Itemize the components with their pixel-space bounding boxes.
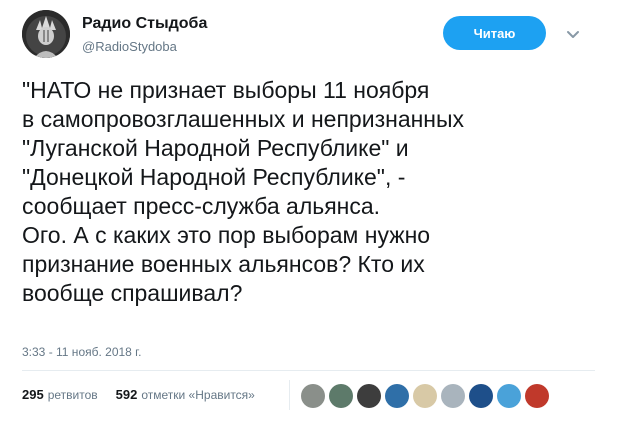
- tweet-timestamp[interactable]: 3:33 - 11 нояб. 2018 г.: [22, 345, 141, 359]
- statue-of-liberty-avatar-icon: [22, 10, 70, 58]
- likes-count[interactable]: 592: [116, 387, 138, 402]
- liker-avatar-5[interactable]: [413, 384, 437, 408]
- liker-avatar-6[interactable]: [441, 384, 465, 408]
- chevron-down-icon[interactable]: [566, 27, 580, 38]
- liker-avatar-8[interactable]: [497, 384, 521, 408]
- tweet-stats: 295 ретвитов 592 отметки «Нравится»: [22, 387, 255, 402]
- retweets-label[interactable]: ретвитов: [48, 388, 98, 402]
- author-handle[interactable]: @RadioStydoba: [82, 39, 177, 54]
- stats-separator: [289, 380, 290, 410]
- liker-avatar-4[interactable]: [385, 384, 409, 408]
- author-display-name[interactable]: Радио Стыдоба: [82, 15, 207, 33]
- likes-label[interactable]: отметки «Нравится»: [141, 388, 255, 402]
- divider: [22, 370, 595, 371]
- liker-avatars: [301, 384, 549, 408]
- liker-avatar-7[interactable]: [469, 384, 493, 408]
- liker-avatar-2[interactable]: [329, 384, 353, 408]
- liker-avatar-1[interactable]: [301, 384, 325, 408]
- tweet-text: "НАТО не признает выборы 11 ноября в сам…: [22, 77, 465, 306]
- liker-avatar-9[interactable]: [525, 384, 549, 408]
- liker-avatar-3[interactable]: [357, 384, 381, 408]
- avatar[interactable]: [22, 10, 70, 58]
- follow-button[interactable]: Читаю: [443, 16, 546, 50]
- retweets-count[interactable]: 295: [22, 387, 44, 402]
